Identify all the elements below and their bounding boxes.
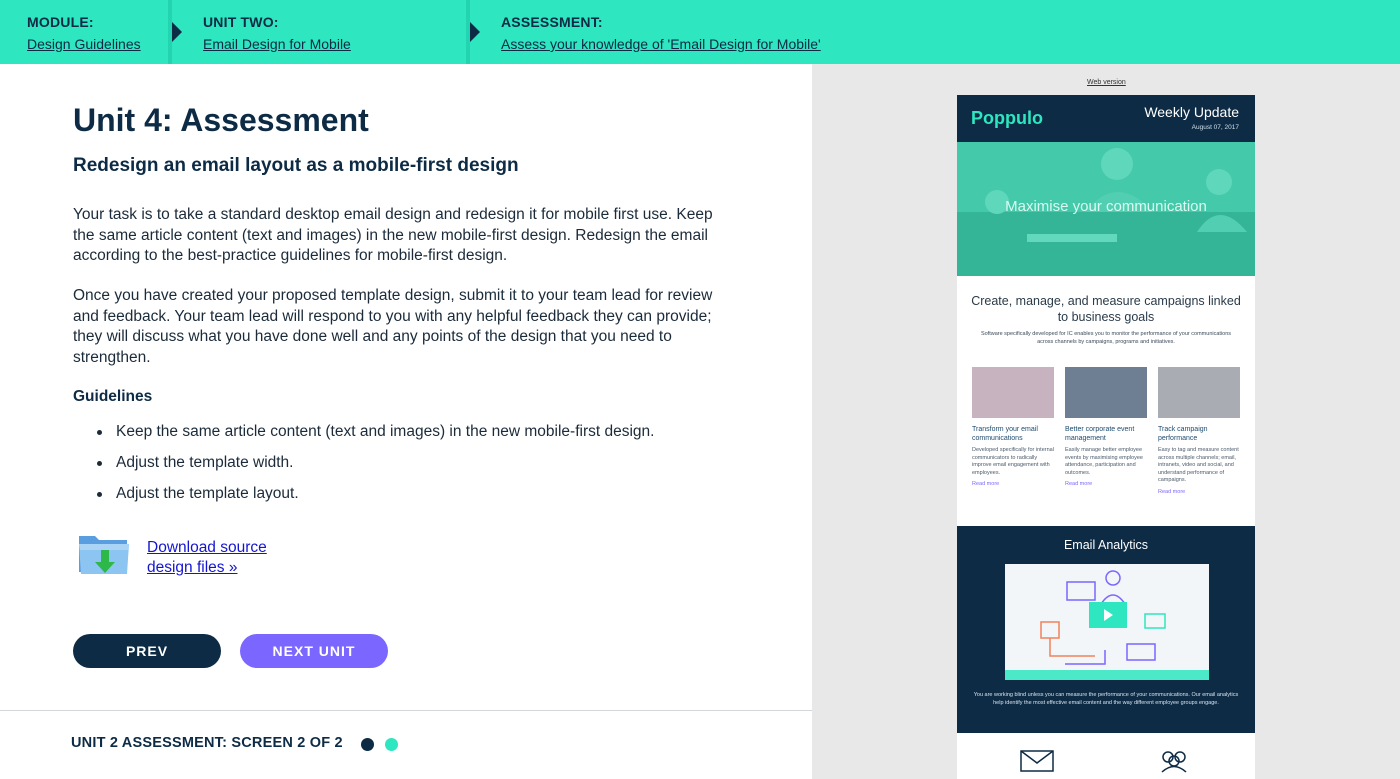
download-source-files-link[interactable]: Download source design files » xyxy=(147,538,287,578)
email-template-preview: Poppulo Weekly Update August 07, 2017 Ma… xyxy=(957,95,1255,779)
chevron-right-icon xyxy=(470,22,480,42)
page-subtitle: Redesign an email layout as a mobile-fir… xyxy=(73,155,519,176)
breadcrumb-assessment: ASSESSMENT: Assess your knowledge of 'Em… xyxy=(501,0,821,64)
mail-icon xyxy=(1020,750,1054,772)
article-title: Track campaign performance xyxy=(1158,426,1208,442)
next-unit-button[interactable]: NEXT UNIT xyxy=(240,634,388,668)
breadcrumb-assessment-kicker: ASSESSMENT: xyxy=(501,14,603,30)
web-version-link[interactable]: Web version xyxy=(1087,79,1126,86)
article-image xyxy=(972,367,1054,418)
analytics-description: You are working blind unless you can mea… xyxy=(973,692,1239,706)
breadcrumb-module-kicker: MODULE: xyxy=(27,14,94,30)
read-more-link[interactable]: Read more xyxy=(1065,481,1147,487)
analytics-section: Email Analytics You are working blind un… xyxy=(957,526,1255,733)
screen-dot-2[interactable] xyxy=(385,738,398,751)
breadcrumb-unit-link[interactable]: Email Design for Mobile xyxy=(203,36,351,52)
article-title: Better corporate event management xyxy=(1065,426,1135,442)
email-preview-panel: Web version Poppulo Weekly Update August… xyxy=(812,64,1400,779)
hero-image: Maximise your communication xyxy=(957,142,1255,276)
read-more-link[interactable]: Read more xyxy=(972,481,1054,487)
article-card: Transform your email communications Deve… xyxy=(972,367,1054,487)
newsletter-date: August 07, 2017 xyxy=(1191,124,1239,131)
list-item: Adjust the template width. xyxy=(96,453,654,473)
submission-paragraph: Once you have created your proposed temp… xyxy=(73,287,713,366)
article-body: Easy to tag and measure content across m… xyxy=(1158,447,1239,483)
article-body: Developed specifically for internal comm… xyxy=(972,447,1054,476)
breadcrumb-unit: UNIT TWO: Email Design for Mobile xyxy=(203,0,351,64)
chevron-right-icon xyxy=(172,22,182,42)
prev-button[interactable]: PREV xyxy=(73,634,221,668)
download-link-line1: Download source xyxy=(147,539,267,556)
screen-progress-label: UNIT 2 ASSESSMENT: SCREEN 2 OF 2 xyxy=(71,735,343,751)
article-image xyxy=(1158,367,1240,418)
email-tagline: Create, manage, and measure campaigns li… xyxy=(971,294,1241,324)
download-link-line2: design files » xyxy=(147,559,238,576)
article-image xyxy=(1065,367,1147,418)
breadcrumb: MODULE: Design Guidelines UNIT TWO: Emai… xyxy=(0,0,1400,64)
guidelines-list: Keep the same article content (text and … xyxy=(96,422,654,515)
email-intro-text: Software specifically developed for IC e… xyxy=(980,331,1232,345)
page-title: Unit 4: Assessment xyxy=(73,102,369,138)
article-card: Track campaign performance Easy to tag a… xyxy=(1158,367,1240,495)
users-group-icon xyxy=(1161,751,1187,773)
read-more-link[interactable]: Read more xyxy=(1158,489,1240,495)
breadcrumb-unit-kicker: UNIT TWO: xyxy=(203,14,279,30)
brand-logo: Poppulo xyxy=(971,108,1043,128)
article-card: Better corporate event management Easily… xyxy=(1065,367,1147,487)
hero-headline: Maximise your communication xyxy=(1005,198,1207,215)
task-paragraph: Your task is to take a standard desktop … xyxy=(73,206,713,264)
list-item: Keep the same article content (text and … xyxy=(96,422,654,442)
list-item: Adjust the template layout. xyxy=(96,484,654,504)
breadcrumb-module: MODULE: Design Guidelines xyxy=(27,0,141,64)
analytics-video[interactable] xyxy=(1005,564,1209,680)
screen-dot-1[interactable] xyxy=(361,738,374,751)
breadcrumb-assessment-link[interactable]: Assess your knowledge of 'Email Design f… xyxy=(501,36,821,52)
article-title: Transform your email communications xyxy=(972,426,1038,442)
breadcrumb-module-link[interactable]: Design Guidelines xyxy=(27,36,141,52)
analytics-title: Email Analytics xyxy=(1063,538,1149,552)
footer-divider xyxy=(0,710,812,711)
newsletter-title: Weekly Update xyxy=(1144,104,1239,120)
email-header: Poppulo Weekly Update August 07, 2017 xyxy=(957,95,1255,142)
article-body: Easily manage better employee events by … xyxy=(1065,447,1143,476)
video-controls-bar[interactable] xyxy=(1005,670,1209,680)
guidelines-heading: Guidelines xyxy=(73,388,153,405)
download-folder-icon[interactable] xyxy=(77,528,131,578)
play-icon[interactable] xyxy=(1089,602,1127,628)
